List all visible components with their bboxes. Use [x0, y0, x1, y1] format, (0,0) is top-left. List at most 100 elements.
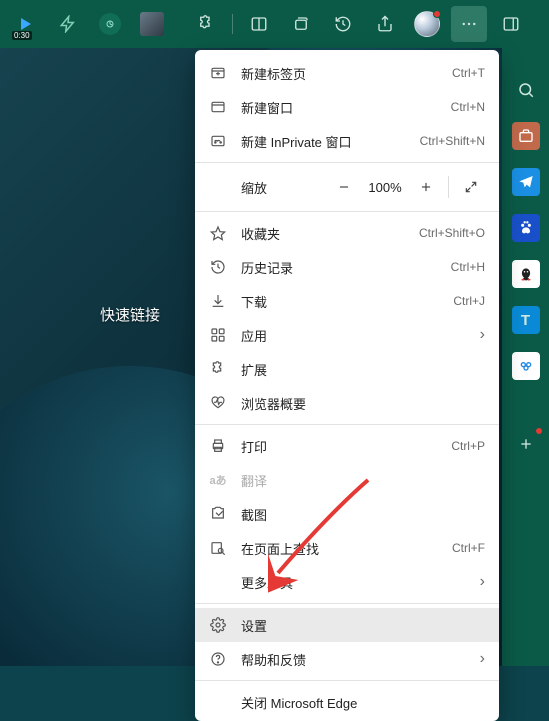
- history-button[interactable]: [325, 6, 361, 42]
- chevron-right-icon: ›: [475, 650, 485, 668]
- menu-divider: [195, 162, 499, 163]
- sidebar-baidu-button[interactable]: [512, 214, 540, 242]
- help-icon: [209, 650, 227, 668]
- sidebar-add-button[interactable]: [512, 430, 540, 458]
- menu-item-close-edge[interactable]: 关闭 Microsoft Edge: [195, 685, 499, 719]
- menu-label: 扩展: [241, 360, 485, 379]
- menu-item-history[interactable]: 历史记录 Ctrl+H: [195, 250, 499, 284]
- menu-item-help[interactable]: 帮助和反馈 ›: [195, 642, 499, 676]
- menu-shortcut: Ctrl+F: [452, 541, 485, 555]
- menu-shortcut: Ctrl+J: [453, 294, 485, 308]
- menu-item-more-tools[interactable]: 更多工具 ›: [195, 565, 499, 599]
- menu-shortcut: Ctrl+Shift+N: [420, 134, 485, 148]
- quick-links-label[interactable]: 快速链接: [100, 304, 160, 325]
- chevron-right-icon: ›: [475, 573, 485, 591]
- translate-icon: aあ: [209, 471, 227, 489]
- menu-divider: [195, 680, 499, 681]
- menu-item-new-inprivate[interactable]: 新建 InPrivate 窗口 Ctrl+Shift+N: [195, 124, 499, 158]
- blank-icon: [209, 693, 227, 711]
- extensions-puzzle-button[interactable]: [188, 6, 224, 42]
- menu-label: 浏览器概要: [241, 394, 485, 413]
- menu-divider: [195, 211, 499, 212]
- menu-item-downloads[interactable]: 下载 Ctrl+J: [195, 284, 499, 318]
- separator: [232, 14, 233, 34]
- menu-label: 新建 InPrivate 窗口: [241, 132, 406, 151]
- menu-label: 翻译: [241, 471, 485, 490]
- menu-item-settings[interactable]: 设置: [195, 608, 499, 642]
- collections-button[interactable]: [283, 6, 319, 42]
- extension-button-avatar[interactable]: [134, 6, 170, 42]
- menu-item-print[interactable]: 打印 Ctrl+P: [195, 429, 499, 463]
- sidebar-telegram-button[interactable]: [512, 168, 540, 196]
- puzzle-icon: [209, 360, 227, 378]
- heartbeat-icon: [209, 394, 227, 412]
- menu-item-screenshot[interactable]: 截图: [195, 497, 499, 531]
- menu-label: 下载: [241, 292, 439, 311]
- zoom-in-button[interactable]: [408, 171, 444, 203]
- menu-item-extensions[interactable]: 扩展: [195, 352, 499, 386]
- main-menu: 新建标签页 Ctrl+T 新建窗口 Ctrl+N 新建 InPrivate 窗口…: [195, 50, 499, 721]
- sidebar-app-button[interactable]: T: [512, 306, 540, 334]
- sidebar-toggle-button[interactable]: [493, 6, 529, 42]
- menu-shortcut: Ctrl+Shift+O: [419, 226, 485, 240]
- apps-icon: [209, 326, 227, 344]
- sidebar-search-button[interactable]: [512, 76, 540, 104]
- sidebar-cloud-button[interactable]: [512, 352, 540, 380]
- separator: [448, 176, 449, 198]
- extension-button-2[interactable]: [92, 6, 128, 42]
- share-button[interactable]: [367, 6, 403, 42]
- menu-label: 更多工具: [241, 573, 461, 592]
- extension-button-1[interactable]: [50, 6, 86, 42]
- menu-item-new-tab[interactable]: 新建标签页 Ctrl+T: [195, 56, 499, 90]
- menu-item-performance[interactable]: 浏览器概要: [195, 386, 499, 420]
- new-tab-icon: [209, 64, 227, 82]
- split-screen-button[interactable]: [241, 6, 277, 42]
- menu-item-find[interactable]: 在页面上查找 Ctrl+F: [195, 531, 499, 565]
- star-icon: [209, 224, 227, 242]
- menu-label: 关闭 Microsoft Edge: [241, 693, 485, 712]
- zoom-percent: 100%: [362, 180, 408, 195]
- history-icon: [209, 258, 227, 276]
- menu-item-zoom: 缩放 100%: [195, 167, 499, 207]
- menu-item-favorites[interactable]: 收藏夹 Ctrl+Shift+O: [195, 216, 499, 250]
- fullscreen-button[interactable]: [453, 171, 489, 203]
- toolbar: 0:30: [0, 0, 549, 48]
- profile-button[interactable]: [409, 6, 445, 42]
- menu-item-new-window[interactable]: 新建窗口 Ctrl+N: [195, 90, 499, 124]
- print-icon: [209, 437, 227, 455]
- find-icon: [209, 539, 227, 557]
- profile-avatar-icon: [414, 11, 440, 37]
- menu-shortcut: Ctrl+H: [451, 260, 485, 274]
- play-icon: [21, 18, 31, 30]
- sidebar: T: [502, 48, 549, 666]
- zoom-out-button[interactable]: [326, 171, 362, 203]
- menu-label: 打印: [241, 437, 437, 456]
- sidebar-briefcase-button[interactable]: [512, 122, 540, 150]
- menu-label: 在页面上查找: [241, 539, 438, 558]
- video-extension-button[interactable]: 0:30: [8, 6, 44, 42]
- gear-icon: [209, 616, 227, 634]
- chevron-right-icon: ›: [475, 326, 485, 344]
- avatar-icon: [140, 12, 164, 36]
- menu-item-translate[interactable]: aあ 翻译: [195, 463, 499, 497]
- inprivate-icon: [209, 132, 227, 150]
- menu-shortcut: Ctrl+P: [451, 439, 485, 453]
- menu-item-apps[interactable]: 应用 ›: [195, 318, 499, 352]
- menu-label: 新建窗口: [241, 98, 437, 117]
- menu-label: 历史记录: [241, 258, 437, 277]
- menu-divider: [195, 424, 499, 425]
- menu-label: 设置: [241, 616, 485, 635]
- notification-dot-icon: [433, 10, 441, 18]
- menu-label: 应用: [241, 326, 461, 345]
- zoom-label: 缩放: [241, 178, 267, 197]
- download-icon: [209, 292, 227, 310]
- menu-label: 截图: [241, 505, 485, 524]
- menu-label: 新建标签页: [241, 64, 438, 83]
- screenshot-icon: [209, 505, 227, 523]
- menu-shortcut: Ctrl+N: [451, 100, 485, 114]
- menu-label: 收藏夹: [241, 224, 405, 243]
- menu-divider: [195, 603, 499, 604]
- video-duration: 0:30: [12, 31, 32, 40]
- menu-button[interactable]: [451, 6, 487, 42]
- sidebar-qq-button[interactable]: [512, 260, 540, 288]
